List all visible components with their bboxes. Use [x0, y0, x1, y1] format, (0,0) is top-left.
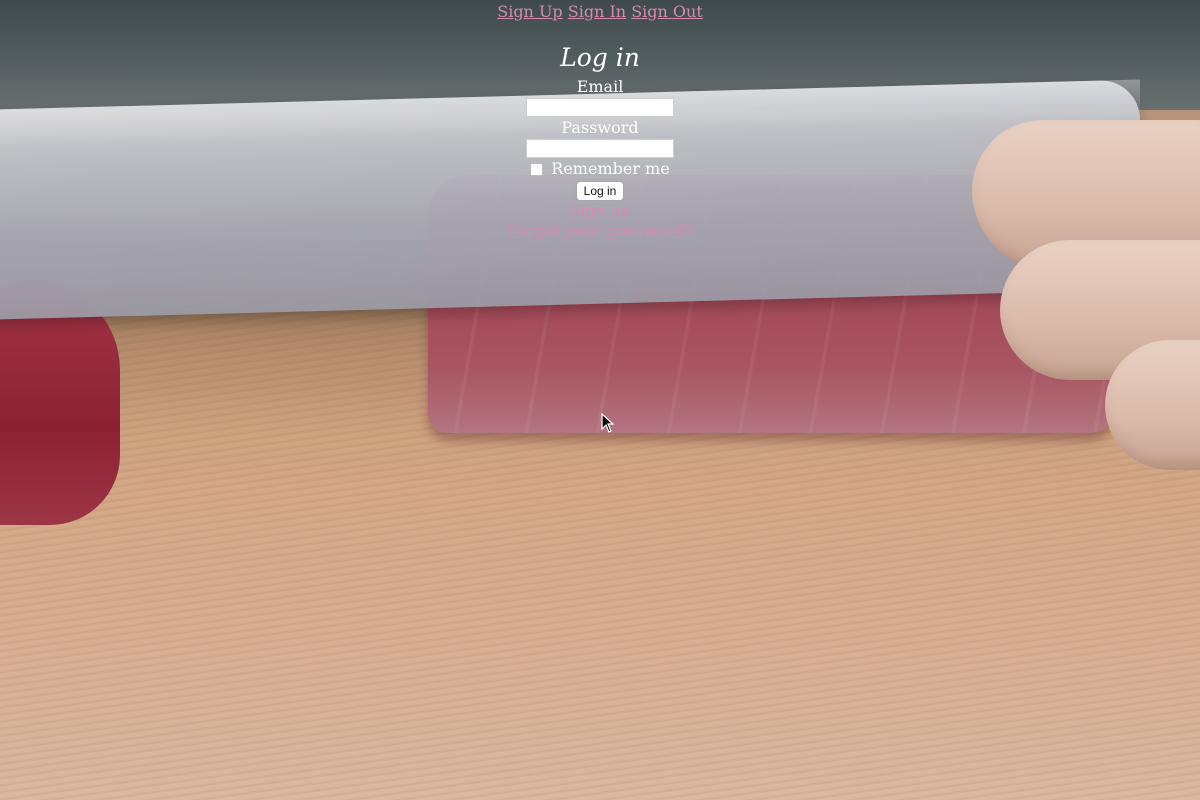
- forgot-password-link[interactable]: Forgot your password?: [507, 221, 694, 241]
- nav-sign-up-link[interactable]: Sign Up: [497, 2, 562, 21]
- nav-sign-in-link[interactable]: Sign In: [568, 2, 626, 21]
- login-form: Email Password Remember me Log in Sign u…: [0, 76, 1200, 241]
- mouse-cursor-icon: [601, 413, 615, 433]
- email-field[interactable]: [526, 98, 674, 117]
- remember-me-checkbox[interactable]: [530, 162, 544, 176]
- remember-me-row: Remember me: [530, 159, 670, 179]
- sign-up-link[interactable]: Sign up: [569, 201, 631, 221]
- email-label: Email: [576, 77, 624, 96]
- password-label: Password: [561, 118, 639, 137]
- nav-sign-out-link[interactable]: Sign Out: [631, 2, 703, 21]
- page-title: Log in: [560, 43, 640, 72]
- top-nav: Sign Up Sign In Sign Out: [0, 2, 1200, 22]
- page: Sign Up Sign In Sign Out Log in Email Pa…: [0, 0, 1200, 241]
- remember-me-label: Remember me: [551, 159, 670, 178]
- login-button[interactable]: Log in: [575, 181, 625, 201]
- password-field[interactable]: [526, 139, 674, 158]
